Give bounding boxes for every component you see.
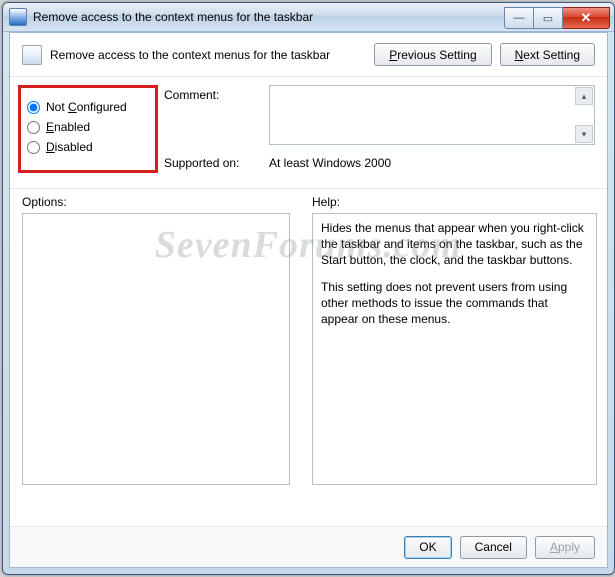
close-button[interactable]: ✕ — [563, 7, 610, 29]
cancel-button[interactable]: Cancel — [460, 536, 527, 559]
help-label: Help: — [312, 195, 597, 209]
maximize-button[interactable]: ▭ — [534, 7, 563, 29]
client-area: Remove access to the context menus for t… — [9, 32, 608, 568]
upper-section: Not Configured Enabled Disabled Comment: — [10, 77, 607, 189]
titlebar[interactable]: Remove access to the context menus for t… — [3, 3, 614, 32]
dialog-footer: OK Cancel Apply — [10, 526, 607, 567]
apply-button: Apply — [535, 536, 595, 559]
window-title: Remove access to the context menus for t… — [33, 10, 504, 24]
lower-section: Options: Help: Hides the menus that appe… — [10, 189, 607, 485]
supported-on-label: Supported on: — [164, 153, 269, 170]
scroll-up-icon[interactable]: ▴ — [575, 87, 593, 105]
supported-on-value: At least Windows 2000 — [269, 153, 595, 170]
radio-disabled[interactable]: Disabled — [25, 140, 151, 154]
options-panel — [22, 213, 290, 485]
radio-not-configured[interactable]: Not Configured — [25, 100, 151, 114]
next-setting-button[interactable]: Next Setting — [500, 43, 595, 66]
policy-icon — [22, 45, 42, 65]
help-panel: Hides the menus that appear when you rig… — [312, 213, 597, 485]
comment-textarea[interactable]: ▴ ▾ — [269, 85, 595, 145]
minimize-button[interactable]: — — [504, 7, 534, 29]
state-radio-group-highlight: Not Configured Enabled Disabled — [18, 85, 158, 173]
policy-title: Remove access to the context menus for t… — [50, 48, 374, 62]
scroll-down-icon[interactable]: ▾ — [575, 125, 593, 143]
help-text-1: Hides the menus that appear when you rig… — [321, 220, 588, 269]
window-controls: — ▭ ✕ — [504, 7, 610, 27]
previous-setting-button[interactable]: Previous Setting — [374, 43, 491, 66]
radio-disabled-input[interactable] — [27, 141, 40, 154]
ok-button[interactable]: OK — [404, 536, 451, 559]
comment-label: Comment: — [164, 85, 269, 102]
radio-not-configured-input[interactable] — [27, 101, 40, 114]
help-text-2: This setting does not prevent users from… — [321, 279, 588, 328]
options-label: Options: — [22, 195, 290, 209]
window-frame: Remove access to the context menus for t… — [2, 2, 615, 575]
policy-header: Remove access to the context menus for t… — [10, 33, 607, 77]
radio-enabled-input[interactable] — [27, 121, 40, 134]
radio-enabled[interactable]: Enabled — [25, 120, 151, 134]
app-icon — [9, 8, 27, 26]
